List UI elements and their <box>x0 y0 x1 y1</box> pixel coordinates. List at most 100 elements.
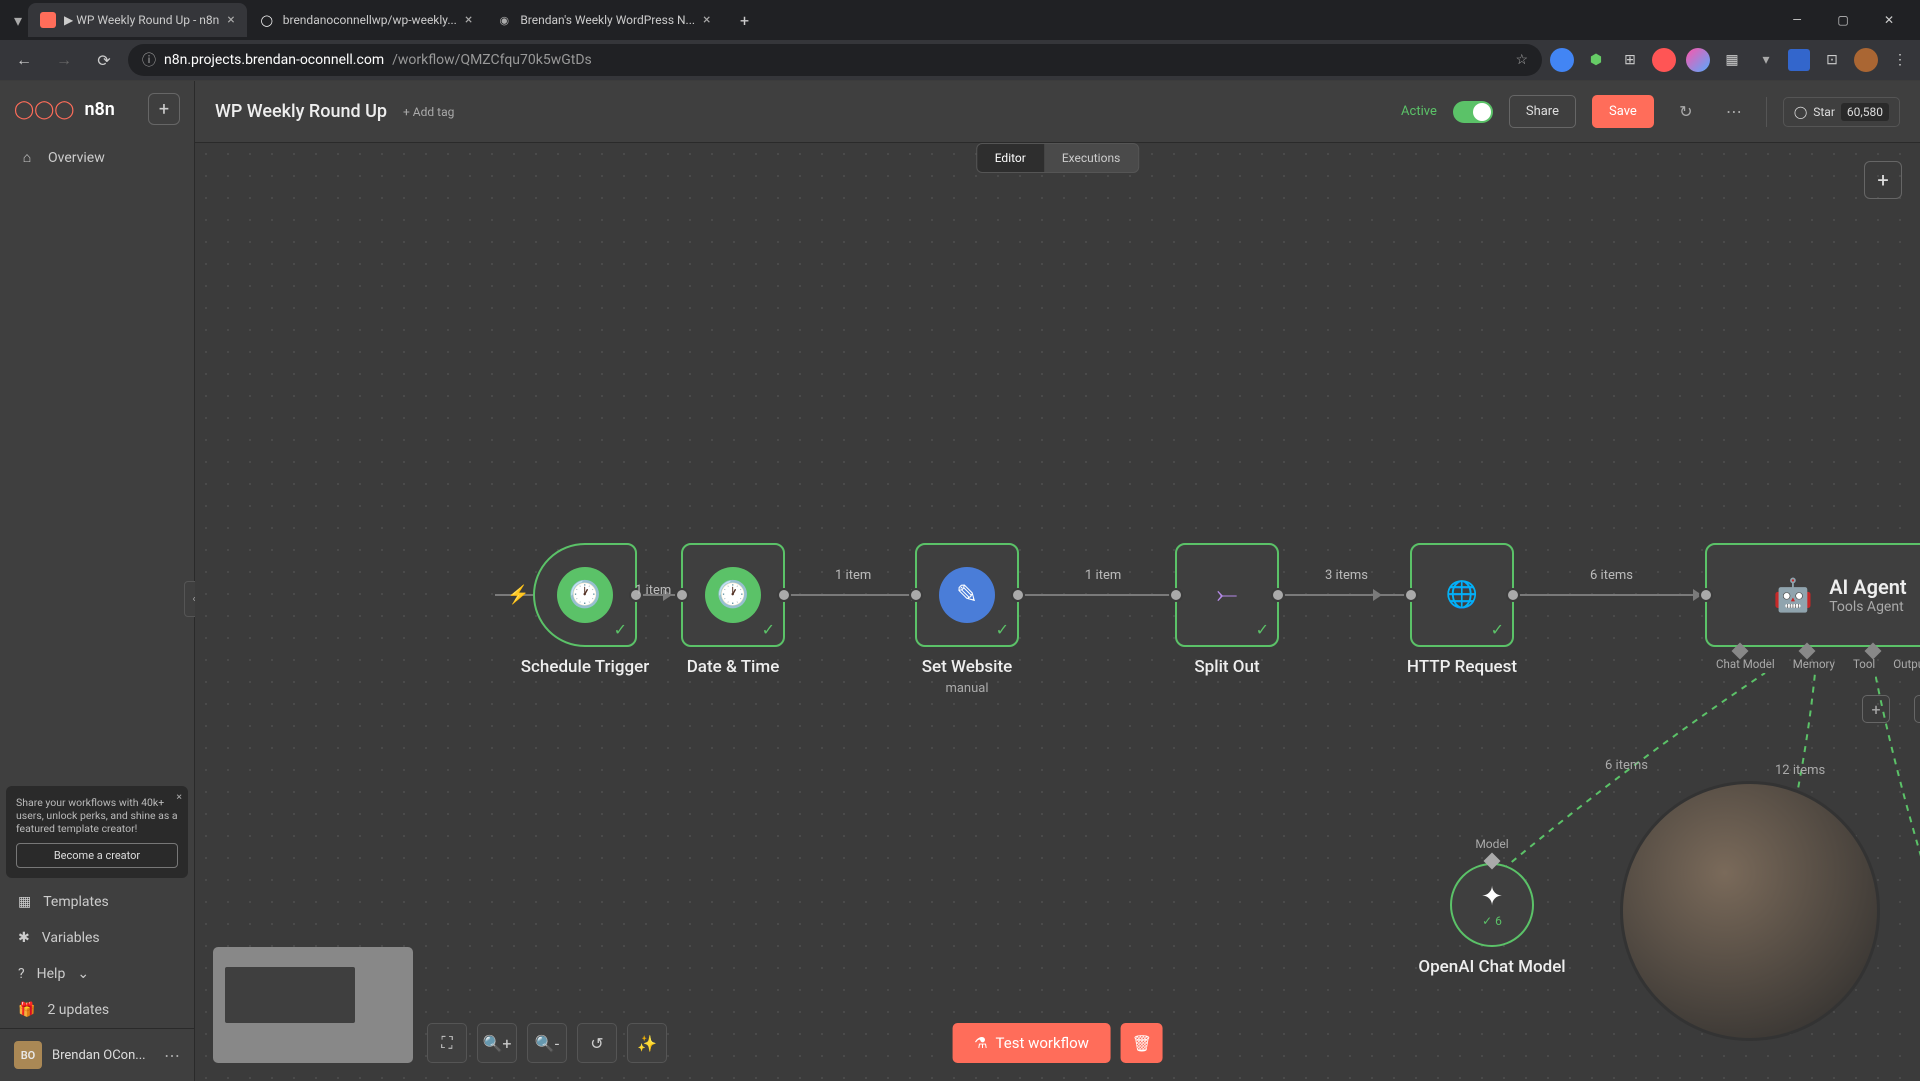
add-node-button[interactable]: + <box>1864 161 1902 199</box>
add-tag-button[interactable]: + Add tag <box>403 105 454 119</box>
node-label: Schedule Trigger <box>521 657 650 677</box>
port-label: Model <box>1475 837 1508 851</box>
flask-icon: ⚗ <box>974 1034 987 1052</box>
tab-editor[interactable]: Editor <box>977 144 1044 172</box>
star-count: 60,580 <box>1841 103 1889 121</box>
address-bar[interactable]: ⓘ n8n.projects.brendan-oconnell.com/work… <box>128 44 1542 76</box>
zoom-in-button[interactable]: 🔍+ <box>477 1023 517 1063</box>
gift-icon: 🎁 <box>18 1002 35 1018</box>
sidebar-item-variables[interactable]: ✱ Variables <box>0 920 194 956</box>
more-icon[interactable]: ⋯ <box>164 1046 180 1065</box>
add-workspace-button[interactable]: + <box>148 93 180 125</box>
forward-button[interactable]: → <box>48 44 80 76</box>
minimap[interactable] <box>213 947 413 1063</box>
github-star-button[interactable]: ◯ Star 60,580 <box>1783 97 1900 127</box>
workflow-canvas[interactable]: + 1 item 1 item 3 items 6 items 6 items … <box>195 143 1920 1081</box>
extension-icon[interactable]: ⬢ <box>1584 48 1608 72</box>
user-name: Brendan OCon... <box>52 1048 154 1063</box>
sidebar: ◯◯◯ n8n + ⌂ Overview × Share your workfl… <box>0 81 195 1081</box>
node-schedule-trigger[interactable]: ⚡ 🕐 ✓ Schedule Trigger <box>533 543 637 647</box>
view-tab-switcher: Editor Executions <box>976 143 1140 173</box>
node-label: Date & Time <box>687 657 780 677</box>
robot-icon: 🤖 <box>1773 576 1813 614</box>
check-icon: ✓ <box>614 620 627 639</box>
workflow-name[interactable]: WP Weekly Round Up <box>215 101 387 122</box>
creator-promo-card: × Share your workflows with 40k+ users, … <box>6 786 188 878</box>
close-icon[interactable]: × <box>703 12 710 28</box>
globe-icon: 🌐 <box>1434 567 1490 623</box>
more-menu-icon[interactable]: ⋯ <box>1718 96 1750 128</box>
reset-zoom-button[interactable]: ↺ <box>577 1023 617 1063</box>
extension-icon[interactable] <box>1788 49 1810 71</box>
active-toggle[interactable] <box>1453 101 1493 123</box>
window-maximize[interactable]: ▢ <box>1820 0 1866 40</box>
zoom-out-button[interactable]: 🔍- <box>527 1023 567 1063</box>
back-button[interactable]: ← <box>8 44 40 76</box>
add-tool-button[interactable]: + <box>1862 695 1890 723</box>
extension-icon[interactable]: ⊞ <box>1618 48 1642 72</box>
logo-text: n8n <box>84 99 114 120</box>
clock-icon: 🕐 <box>705 567 761 623</box>
templates-icon: ▦ <box>18 894 31 910</box>
node-set-website[interactable]: ✎ ✓ Set Website manual <box>915 543 1019 647</box>
clock-icon: 🕐 <box>557 567 613 623</box>
user-avatar: BO <box>14 1041 42 1069</box>
sidebar-item-overview[interactable]: ⌂ Overview <box>0 137 194 178</box>
sub-node-openai-model[interactable]: Model ✦ ✓ 6 OpenAI Chat Model <box>1450 863 1534 947</box>
edge-label: 1 item <box>635 583 671 598</box>
sidebar-item-templates[interactable]: ▦ Templates <box>0 884 194 920</box>
delete-button[interactable]: 🗑 <box>1121 1023 1163 1063</box>
tab-executions[interactable]: Executions <box>1044 144 1138 172</box>
node-date-time[interactable]: 🕐 ✓ Date & Time <box>681 543 785 647</box>
user-menu[interactable]: BO Brendan OCon... ⋯ <box>0 1028 194 1081</box>
sidebar-item-updates[interactable]: 🎁 2 updates <box>0 992 194 1028</box>
close-icon[interactable]: × <box>465 12 472 28</box>
node-http-request[interactable]: 🌐 ✓ HTTP Request <box>1410 543 1514 647</box>
bookmark-star-icon[interactable]: ☆ <box>1515 52 1528 68</box>
node-subtitle: Tools Agent <box>1829 599 1906 615</box>
become-creator-button[interactable]: Become a creator <box>16 843 178 868</box>
sidebar-label: Overview <box>48 150 105 166</box>
sidebar-label: 2 updates <box>47 1002 109 1018</box>
node-title: AI Agent <box>1829 575 1906 599</box>
fit-view-button[interactable]: ⛶ <box>427 1023 467 1063</box>
test-label: Test workflow <box>996 1034 1089 1052</box>
extension-icon[interactable] <box>1550 48 1574 72</box>
extensions-menu[interactable]: ⊡ <box>1820 48 1844 72</box>
url-path: /workflow/QMZCfqu70k5wGtDs <box>392 52 592 68</box>
github-icon: ◯ <box>1794 105 1807 119</box>
active-label: Active <box>1401 104 1437 119</box>
new-tab-button[interactable]: + <box>731 6 759 34</box>
window-close[interactable]: ✕ <box>1866 0 1912 40</box>
browser-menu[interactable]: ⋮ <box>1888 48 1912 72</box>
browser-tab-1[interactable]: ◯ brendanoconnellwp/wp-weekly... × <box>247 3 485 37</box>
node-split-out[interactable]: ⤚ ✓ Split Out <box>1175 543 1279 647</box>
site-info-icon[interactable]: ⓘ <box>142 50 156 70</box>
help-icon: ? <box>18 966 25 982</box>
tab-title: Brendan's Weekly WordPress N... <box>520 13 695 27</box>
history-icon[interactable]: ↻ <box>1670 96 1702 128</box>
save-button[interactable]: Save <box>1592 95 1654 128</box>
close-icon[interactable]: × <box>227 12 234 28</box>
browser-tab-2[interactable]: ◉ Brendan's Weekly WordPress N... × <box>484 3 722 37</box>
extension-icon[interactable] <box>1652 48 1676 72</box>
edge-label: 1 item <box>1085 568 1121 583</box>
test-workflow-button[interactable]: ⚗ Test workflow <box>952 1023 1111 1063</box>
check-icon: ✓ <box>996 620 1009 639</box>
node-label: Set Website manual <box>922 657 1013 697</box>
share-button[interactable]: Share <box>1509 95 1576 128</box>
tidy-button[interactable]: ✨ <box>627 1023 667 1063</box>
tab-list-dropdown[interactable]: ▾ <box>8 11 28 30</box>
browser-tab-0[interactable]: ▶ WP Weekly Round Up - n8n × <box>28 3 247 37</box>
profile-avatar[interactable] <box>1854 48 1878 72</box>
reload-button[interactable]: ⟳ <box>88 44 120 76</box>
sidebar-item-help[interactable]: ? Help ⌄ <box>0 956 194 992</box>
window-minimize[interactable]: — <box>1774 0 1820 40</box>
add-parser-button[interactable]: + <box>1914 695 1920 723</box>
node-label: Split Out <box>1194 657 1259 677</box>
node-ai-agent[interactable]: 🤖 AI Agent Tools Agent ✓ Chat Model Memo… <box>1705 543 1920 647</box>
extension-icon[interactable]: ▦ <box>1720 48 1744 72</box>
extension-icon[interactable] <box>1686 48 1710 72</box>
close-icon[interactable]: × <box>176 790 182 803</box>
extension-icon[interactable]: ▾ <box>1754 48 1778 72</box>
